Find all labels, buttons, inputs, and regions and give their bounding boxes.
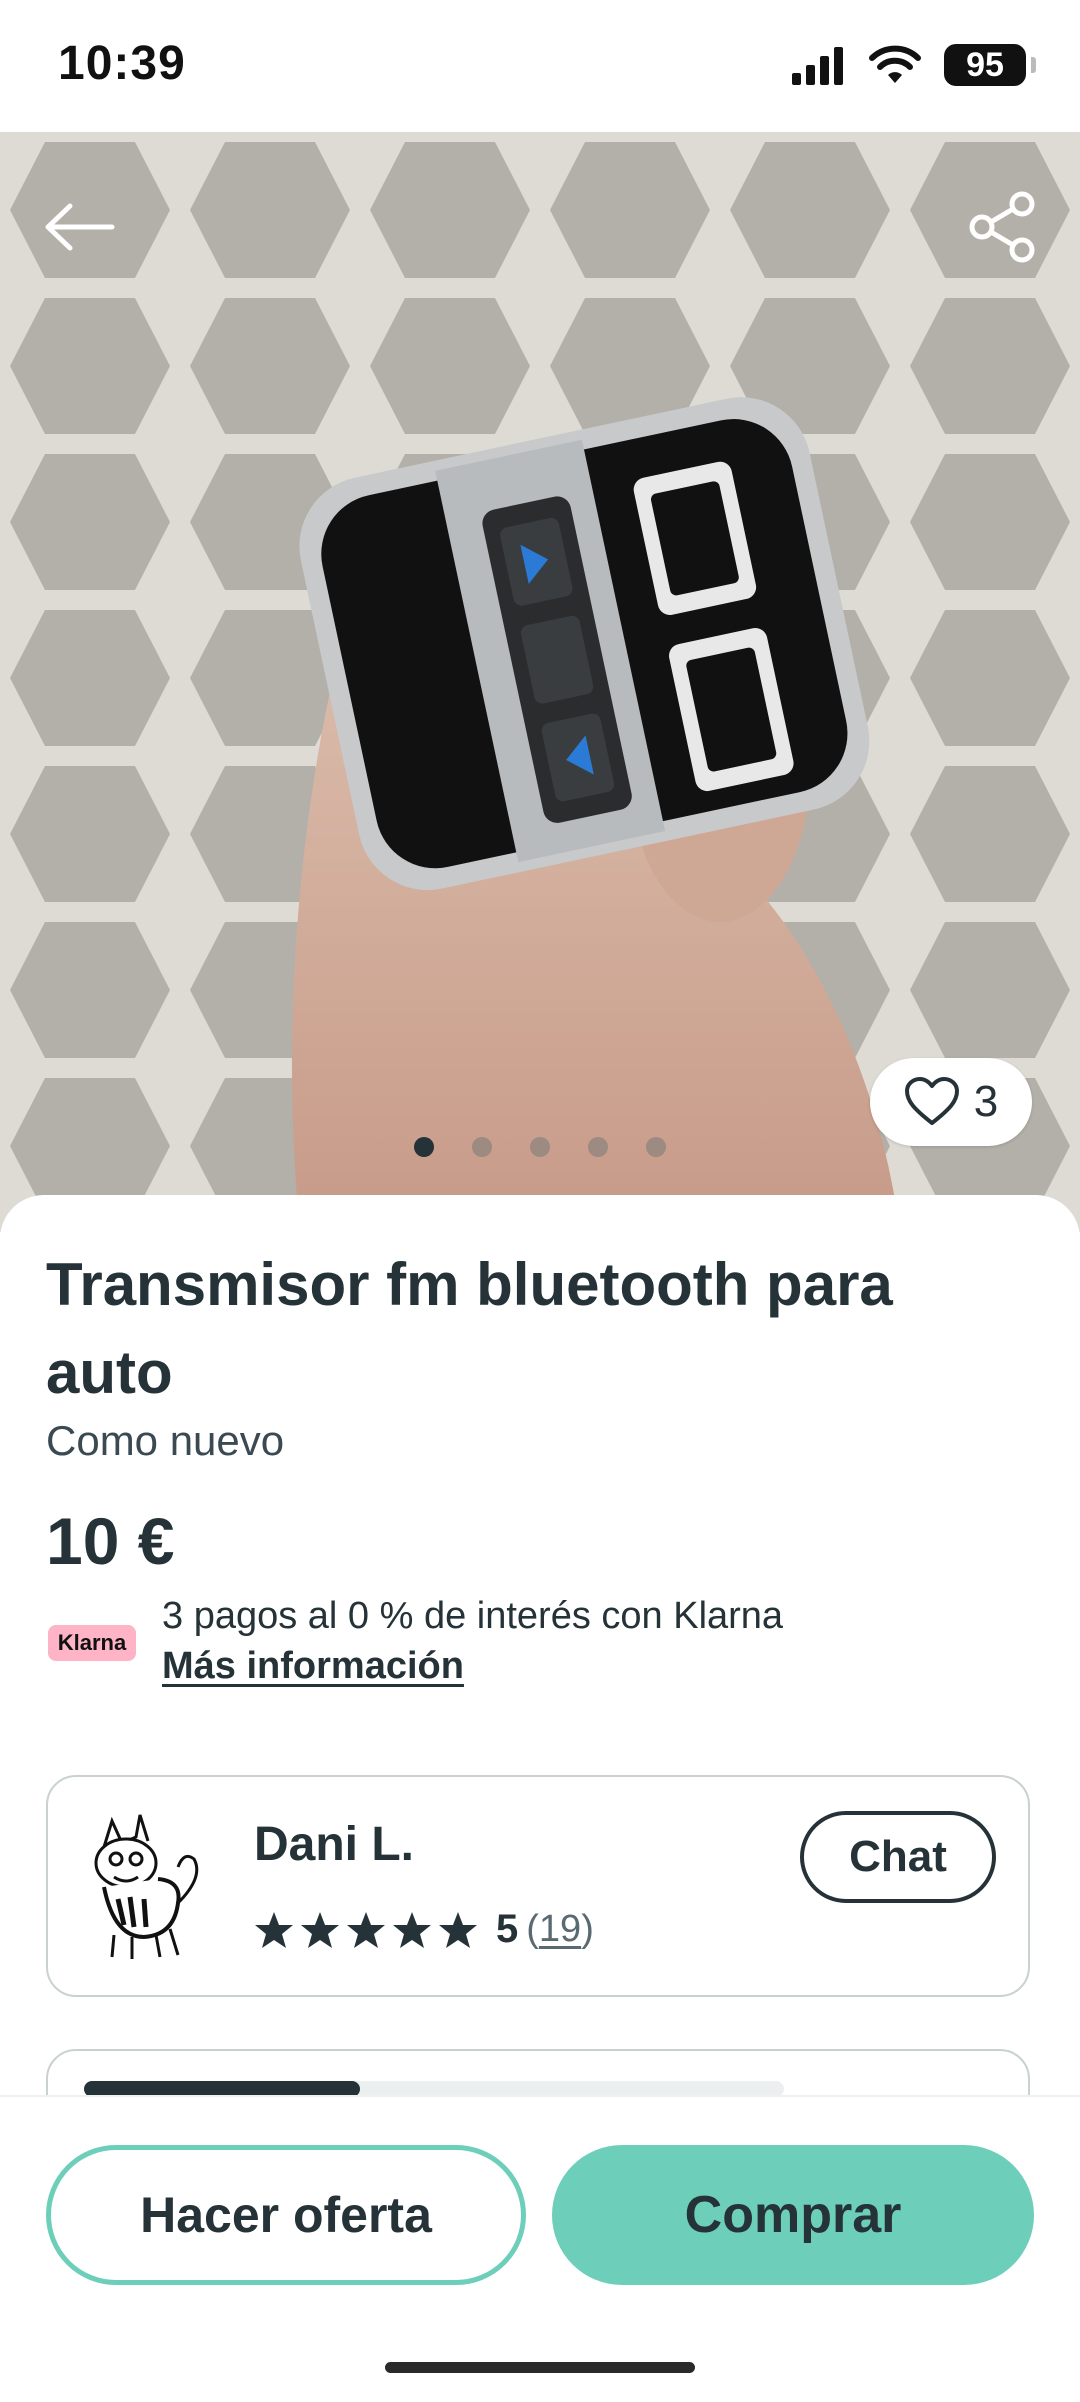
product-image-gallery[interactable]: 3: [0, 132, 1080, 1232]
battery-indicator: 95: [944, 44, 1036, 86]
star-icon: [301, 1911, 339, 1948]
action-bar: Hacer oferta Comprar: [0, 2095, 1080, 2402]
star-icon: [439, 1911, 477, 1948]
share-icon[interactable]: [966, 190, 1040, 264]
review-count-number[interactable]: 19: [539, 1908, 581, 1950]
pagination-dot[interactable]: [530, 1137, 550, 1157]
product-price: 10 €: [46, 1504, 175, 1578]
star-icon: [347, 1911, 385, 1948]
seller-rating[interactable]: 5 (19): [254, 1907, 594, 1952]
klarna-more-info-link[interactable]: Más información: [162, 1645, 464, 1688]
chat-button[interactable]: Chat: [800, 1811, 996, 1903]
seller-card[interactable]: Dani L. 5 (19) Chat: [46, 1775, 1030, 1997]
klarna-logo: Klarna: [48, 1625, 136, 1661]
rating-value: 5: [496, 1907, 519, 1951]
pagination-dot[interactable]: [588, 1137, 608, 1157]
heart-icon: [904, 1077, 959, 1125]
review-count[interactable]: (19): [526, 1908, 594, 1951]
wifi-icon: [869, 45, 921, 83]
battery-level: 95: [966, 45, 1004, 84]
product-condition: Como nuevo: [46, 1417, 285, 1464]
pagination-dot[interactable]: [414, 1137, 434, 1157]
make-offer-button[interactable]: Hacer oferta: [46, 2145, 526, 2285]
signal-icon: [792, 47, 843, 85]
back-arrow-icon[interactable]: [40, 192, 120, 262]
product-title: Transmisor fm bluetooth para auto: [46, 1251, 893, 1406]
seller-name[interactable]: Dani L.: [254, 1817, 414, 1872]
favorite-count: 3: [973, 1077, 999, 1126]
klarna-installments-text: 3 pagos al 0 % de interés con Klarna: [162, 1595, 784, 1637]
home-indicator[interactable]: [385, 2362, 695, 2373]
status-bar: 10:39 95: [0, 0, 1080, 132]
star-icon: [255, 1911, 293, 1948]
product-details: Transmisor fm bluetooth para auto Como n…: [0, 1195, 1080, 2169]
favorite-button[interactable]: 3: [870, 1058, 1032, 1146]
pagination-dot[interactable]: [646, 1137, 666, 1157]
battery-tip: [1031, 57, 1036, 73]
status-time: 10:39: [58, 37, 186, 90]
buy-button[interactable]: Comprar: [552, 2145, 1034, 2285]
seller-avatar[interactable]: [74, 1807, 214, 1967]
star-icon: [393, 1911, 431, 1948]
image-pagination: [0, 1137, 1080, 1157]
pagination-dot[interactable]: [472, 1137, 492, 1157]
status-icons: 95: [790, 40, 1036, 90]
rating-stars: [254, 1910, 478, 1950]
